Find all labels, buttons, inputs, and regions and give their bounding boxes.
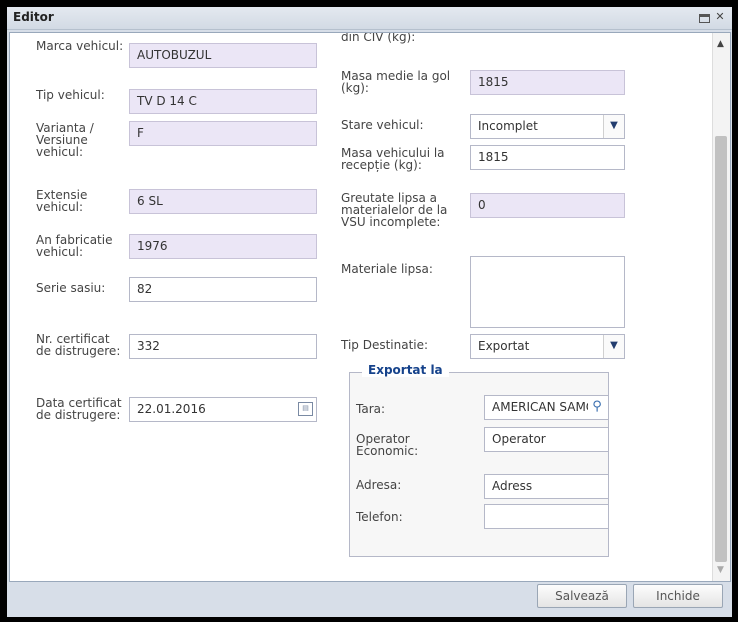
tip-label: Tip vehicul: xyxy=(36,88,105,102)
tara-value: AMERICAN SAMOA xyxy=(492,400,604,414)
form-body: Marca vehicul: AUTOBUZUL Tip vehicul: TV… xyxy=(9,32,731,582)
certificat-label: Nr. certificat de distrugere: xyxy=(36,332,121,358)
materiale-label: Materiale lipsa: xyxy=(341,262,433,276)
stare-value: Incomplet xyxy=(478,119,538,133)
title-bar: Editor ✕ xyxy=(7,7,732,30)
materiale-textarea[interactable] xyxy=(470,256,625,328)
scroll-down-icon[interactable]: ▼ xyxy=(717,565,724,575)
certificat-field[interactable]: 332 xyxy=(129,334,317,359)
window-title: Editor xyxy=(13,10,54,24)
tara-label: Tara: xyxy=(356,402,386,416)
masa-medie-label: Masa medie la gol (kg): xyxy=(341,69,451,95)
marca-label: Marca vehicul: xyxy=(36,39,124,53)
stare-label: Stare vehicul: xyxy=(341,118,424,132)
telefon-field[interactable] xyxy=(484,504,609,529)
adresa-field[interactable]: Adress xyxy=(484,474,609,499)
data-cert-field[interactable]: 22.01.2016 ▤ xyxy=(129,397,317,422)
an-label: An fabricatie vehicul: xyxy=(36,233,113,259)
varianta-field[interactable]: F xyxy=(129,121,317,146)
stare-select[interactable]: Incomplet ▼ xyxy=(470,114,625,139)
masa-medie-field[interactable]: 1815 xyxy=(470,70,625,95)
extensie-field[interactable]: 6 SL xyxy=(129,189,317,214)
export-legend: Exportat la xyxy=(362,363,449,377)
operator-label: Operator Economic: xyxy=(356,432,419,458)
close-button[interactable]: Inchide xyxy=(633,584,723,608)
masa-receptie-label: Masa vehicului la recepție (kg): xyxy=(341,146,445,172)
editor-window: Editor ✕ Marca vehicul: AUTOBUZUL Tip ve… xyxy=(7,7,732,617)
telefon-label: Telefon: xyxy=(356,510,403,524)
footer-toolbar: Salvează Inchide xyxy=(7,582,732,617)
extensie-label: Extensie vehicul: xyxy=(36,188,88,214)
greutate-label: Greutate lipsa a materialelor de la VSU … xyxy=(341,191,448,229)
vertical-scrollbar[interactable]: ▲ ▼ xyxy=(712,33,730,581)
close-icon[interactable]: ✕ xyxy=(714,11,726,23)
scroll-up-icon[interactable]: ▲ xyxy=(717,39,724,49)
destinatie-label: Tip Destinatie: xyxy=(341,338,429,352)
marca-field[interactable]: AUTOBUZUL xyxy=(129,43,317,68)
serie-field[interactable]: 82 xyxy=(129,277,317,302)
data-cert-value: 22.01.2016 xyxy=(137,402,206,416)
destinatie-value: Exportat xyxy=(478,339,530,353)
scroll-thumb[interactable] xyxy=(715,136,727,562)
destinatie-select[interactable]: Exportat ▼ xyxy=(470,334,625,359)
calendar-icon[interactable]: ▤ xyxy=(298,402,313,416)
tip-field[interactable]: TV D 14 C xyxy=(129,89,317,114)
chevron-down-icon[interactable]: ▼ xyxy=(603,335,624,358)
an-field[interactable]: 1976 xyxy=(129,234,317,259)
civ-label: din CIV (kg): xyxy=(341,32,416,44)
maximize-icon[interactable] xyxy=(699,14,710,23)
search-icon[interactable]: ⚲ xyxy=(588,398,606,417)
tara-field[interactable]: AMERICAN SAMOA ⚲ xyxy=(484,395,609,420)
operator-field[interactable]: Operator xyxy=(484,427,609,452)
masa-receptie-field[interactable]: 1815 xyxy=(470,145,625,170)
varianta-label: Varianta / Versiune vehicul: xyxy=(36,121,94,159)
data-cert-label: Data certificat de distrugere: xyxy=(36,396,122,422)
greutate-field[interactable]: 0 xyxy=(470,193,625,218)
serie-label: Serie sasiu: xyxy=(36,281,106,295)
chevron-down-icon[interactable]: ▼ xyxy=(603,115,624,138)
save-button[interactable]: Salvează xyxy=(537,584,627,608)
adresa-label: Adresa: xyxy=(356,478,402,492)
